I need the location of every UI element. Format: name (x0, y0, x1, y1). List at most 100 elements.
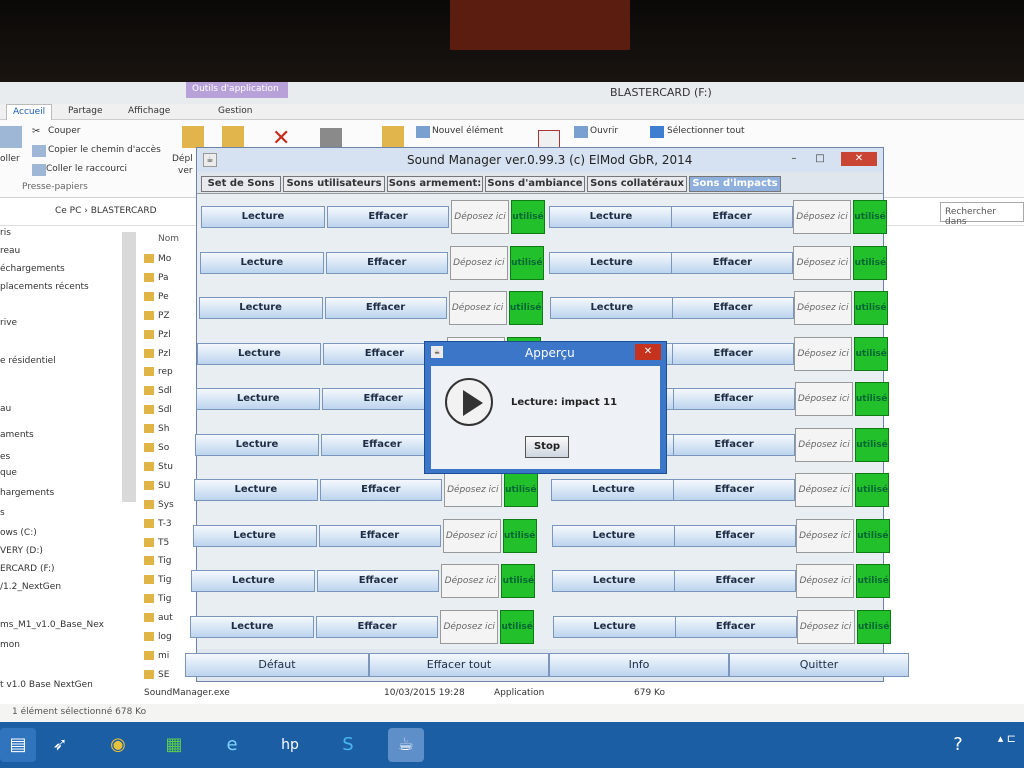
play-button[interactable]: Lecture (191, 570, 316, 592)
nav-item[interactable]: ris (0, 228, 11, 238)
delete-button[interactable]: Effacer (671, 297, 794, 319)
list-item[interactable]: Tig (144, 556, 171, 566)
drop-zone[interactable]: Déposez ici (796, 564, 855, 598)
tab-weapon-sounds[interactable]: Sons armement: (387, 176, 483, 192)
list-item[interactable]: Pzl (144, 348, 171, 359)
minimize-icon[interactable]: – (783, 152, 805, 166)
delete-button[interactable]: Effacer (325, 251, 448, 274)
delete-button[interactable]: Effacer (327, 206, 449, 228)
explorer-taskbar-icon[interactable]: ▤ (0, 728, 36, 762)
tray-icons[interactable]: ▴ ⊏ (998, 732, 1016, 745)
delete-button[interactable]: Effacer (319, 479, 442, 501)
drop-zone[interactable]: Déposez ici (442, 518, 501, 553)
delete-button[interactable]: Effacer (317, 570, 440, 592)
list-item[interactable]: log (144, 632, 172, 642)
nav-item[interactable]: rive (0, 318, 17, 328)
delete-button[interactable]: Effacer (673, 524, 796, 547)
list-item[interactable]: Sdl (144, 405, 172, 415)
list-item[interactable]: Tig (144, 575, 171, 585)
maximize-icon[interactable]: □ (809, 152, 831, 166)
copy-path-button[interactable]: Copier le chemin d'accès (48, 145, 161, 155)
nav-item[interactable]: /1.2_NextGen (0, 582, 61, 592)
nav-item[interactable]: e résidentiel (0, 356, 56, 366)
delete-button[interactable]: Effacer (671, 251, 794, 274)
nav-item[interactable]: échargements (0, 264, 65, 274)
drop-zone[interactable]: Déposez ici (448, 291, 507, 325)
delete-button[interactable]: Effacer (673, 433, 795, 456)
drop-zone[interactable]: Déposez ici (794, 382, 853, 416)
drop-zone[interactable]: Déposez ici (793, 291, 852, 325)
media-taskbar-icon[interactable]: ◉ (100, 728, 136, 762)
new-item-button[interactable]: Nouvel élément (432, 126, 503, 136)
tab-impact-sounds[interactable]: Sons d'impacts (689, 176, 781, 192)
search-input[interactable]: Rechercher dans (940, 202, 1024, 227)
drop-zone[interactable]: Déposez ici (793, 200, 851, 234)
delete-button[interactable]: Effacer (316, 615, 439, 638)
nav-item[interactable]: t v1.0 Base NextGen (0, 680, 93, 690)
play-button[interactable]: Lecture (195, 433, 319, 456)
play-button[interactable]: Lecture (199, 251, 324, 274)
delete-button[interactable]: Effacer (672, 342, 795, 365)
delete-button[interactable]: Effacer (674, 570, 797, 592)
play-button[interactable]: Lecture (549, 251, 674, 274)
list-item[interactable]: Pzl (144, 329, 171, 340)
move-button[interactable]: Dépl (172, 154, 193, 164)
play-button[interactable]: Lecture (552, 570, 677, 592)
sound-manager-titlebar[interactable]: ☕ Sound Manager ver.0.99.3 (c) ElMod GbR… (197, 148, 883, 172)
new-folder-icon[interactable] (382, 126, 404, 148)
list-item[interactable]: PZ (144, 310, 170, 321)
drop-zone[interactable]: Déposez ici (793, 245, 852, 280)
play-button[interactable]: Lecture (201, 206, 325, 228)
address-path[interactable]: Ce PC › BLASTERCARD (55, 206, 157, 216)
play-button[interactable]: Lecture (190, 615, 315, 638)
list-item[interactable]: Sdl (144, 386, 172, 396)
list-item[interactable]: Mo (144, 254, 171, 264)
play-button[interactable]: Lecture (198, 297, 323, 319)
list-item[interactable]: T-3 (144, 518, 172, 529)
play-button[interactable]: Lecture (552, 615, 677, 638)
nav-item[interactable]: VERY (D:) (0, 546, 43, 556)
paste-shortcut-button[interactable]: Coller le raccourci (46, 164, 127, 174)
delete-button[interactable]: Effacer (318, 524, 441, 547)
nav-item[interactable]: hargements (0, 488, 54, 498)
list-item[interactable]: T5 (144, 537, 169, 548)
tab-collateral-sounds[interactable]: Sons collatéraux (587, 176, 687, 192)
play-button[interactable]: Lecture (549, 206, 673, 228)
rocket-taskbar-icon[interactable]: ➶ (42, 728, 78, 762)
delete-button[interactable]: Effacer (674, 615, 797, 638)
delete-button[interactable]: Effacer (324, 297, 447, 319)
drop-zone[interactable]: Déposez ici (794, 336, 853, 371)
store-taskbar-icon[interactable]: ▦ (156, 728, 192, 762)
nav-item[interactable]: aments (0, 430, 34, 440)
close-icon[interactable]: ✕ (841, 152, 877, 166)
info-button[interactable]: Info (549, 653, 729, 677)
preview-dialog-titlebar[interactable]: ☕ Apperçu ✕ (425, 342, 666, 364)
drop-zone[interactable]: Déposez ici (796, 609, 855, 644)
list-item[interactable]: SU (144, 480, 170, 491)
play-button[interactable]: Lecture (197, 342, 322, 365)
drop-zone[interactable]: Déposez ici (449, 245, 508, 280)
list-item[interactable]: Pa (144, 272, 169, 283)
drop-zone[interactable]: Déposez ici (443, 473, 502, 507)
play-button[interactable]: Lecture (192, 524, 317, 547)
ribbon-tab-home[interactable]: Accueil (6, 104, 53, 120)
hp-taskbar-icon[interactable]: hp (272, 728, 308, 762)
delete-button[interactable]: Effacer (672, 388, 795, 410)
nav-item[interactable]: reau (0, 246, 20, 256)
tab-user-sounds[interactable]: Sons utilisateurs (283, 176, 385, 192)
drop-zone[interactable]: Déposez ici (795, 518, 854, 553)
list-item[interactable]: SE (144, 669, 169, 680)
paste-button[interactable]: oller (0, 154, 20, 164)
nav-item[interactable]: ERCARD (F:) (0, 564, 55, 574)
play-button[interactable]: Lecture (196, 388, 321, 410)
tab-ambient-sounds[interactable]: Sons d'ambiance (485, 176, 585, 192)
list-item[interactable]: rep (144, 367, 173, 377)
internet-explorer-icon[interactable]: e (214, 728, 250, 762)
drop-zone[interactable]: Déposez ici (795, 427, 853, 462)
nav-item[interactable]: au (0, 404, 11, 414)
quit-button[interactable]: Quitter (729, 653, 909, 677)
select-all-button[interactable]: Sélectionner tout (667, 126, 745, 136)
list-item[interactable]: Pe (144, 291, 169, 302)
nav-item[interactable]: s (0, 508, 5, 518)
move-folder-icon[interactable] (182, 126, 204, 148)
